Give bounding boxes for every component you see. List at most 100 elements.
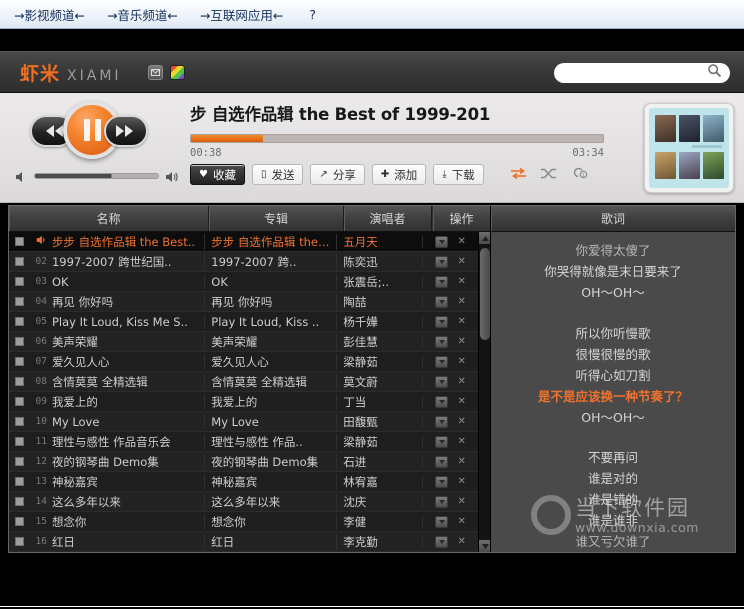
scroll-down-button[interactable] <box>479 540 490 552</box>
row-checkbox[interactable] <box>9 497 30 506</box>
volume-slider[interactable] <box>34 173 159 179</box>
row-album-name[interactable]: 爱久见人心 <box>204 354 336 370</box>
table-row[interactable]: 07爱久见人心爱久见人心梁静茹✕ <box>9 352 478 372</box>
column-header-album[interactable]: 专辑 <box>209 206 344 231</box>
row-artist-name[interactable]: 林宥嘉 <box>336 474 422 490</box>
close-icon[interactable]: ✕ <box>457 257 465 267</box>
row-track-name[interactable]: Play It Loud, Kiss Me S.. <box>52 315 204 329</box>
row-artist-name[interactable]: 梁静茹 <box>336 354 422 370</box>
table-row[interactable]: 14这么多年以来这么多年以来沈庆✕ <box>9 492 478 512</box>
row-track-name[interactable]: 步步 自选作品辑 the Best.. <box>52 234 204 250</box>
row-checkbox[interactable] <box>9 297 30 306</box>
row-track-name[interactable]: OK <box>52 275 204 289</box>
row-artist-name[interactable]: 田馥甄 <box>336 414 422 430</box>
close-icon[interactable]: ✕ <box>457 517 465 527</box>
share-button[interactable]: ↗ 分享 <box>310 164 364 185</box>
table-row[interactable]: 16红日红日李克勤✕ <box>9 532 478 552</box>
nav-item-internet-apps[interactable]: →互联网应用← <box>200 5 283 24</box>
row-track-name[interactable]: 再见 你好吗 <box>52 294 204 310</box>
lyrics-content[interactable]: 你爱得太傻了你哭得就像是末日要来了OH～OH～所以你听慢歌很慢很慢的歌听得心如刀… <box>491 232 735 552</box>
close-icon[interactable]: ✕ <box>457 537 465 547</box>
row-checkbox[interactable] <box>9 517 30 526</box>
row-checkbox[interactable] <box>9 337 30 346</box>
close-icon[interactable]: ✕ <box>457 237 465 247</box>
row-album-name[interactable]: 1997-2007 跨.. <box>204 254 336 270</box>
row-artist-name[interactable]: 沈庆 <box>336 494 422 510</box>
row-artist-name[interactable]: 张震岳;.. <box>336 274 422 290</box>
close-icon[interactable]: ✕ <box>457 497 465 507</box>
close-icon[interactable]: ✕ <box>457 477 465 487</box>
row-track-name[interactable]: 这么多年以来 <box>52 494 204 510</box>
row-artist-name[interactable]: 丁当 <box>336 394 422 410</box>
row-checkbox[interactable] <box>9 417 30 426</box>
row-album-name[interactable]: 这么多年以来 <box>204 494 336 510</box>
table-row[interactable]: 04再见 你好吗再见 你好吗陶喆✕ <box>9 292 478 312</box>
row-track-name[interactable]: 想念你 <box>52 514 204 530</box>
row-artist-name[interactable]: 陶喆 <box>336 294 422 310</box>
row-album-name[interactable]: 神秘嘉宾 <box>204 474 336 490</box>
row-checkbox[interactable] <box>9 397 30 406</box>
table-row[interactable]: 09我爱上的我爱上的丁当✕ <box>9 392 478 412</box>
table-row[interactable]: 03OKOK张震岳;..✕ <box>9 272 478 292</box>
dropdown-icon[interactable] <box>435 516 448 528</box>
row-artist-name[interactable]: 陈奕迅 <box>336 254 422 270</box>
row-album-name[interactable]: 美声荣耀 <box>204 334 336 350</box>
volume-max-icon[interactable] <box>165 169 179 183</box>
row-checkbox[interactable] <box>9 357 30 366</box>
repeat-one-icon[interactable]: 1 <box>570 165 588 184</box>
table-row[interactable]: 11理性与感性 作品音乐会理性与感性 作品..梁静茹✕ <box>9 432 478 452</box>
row-track-name[interactable]: 爱久见人心 <box>52 354 204 370</box>
row-album-name[interactable]: 想念你 <box>204 514 336 530</box>
row-artist-name[interactable]: 李克勤 <box>336 534 422 550</box>
close-icon[interactable]: ✕ <box>457 377 465 387</box>
row-artist-name[interactable]: 彭佳慧 <box>336 334 422 350</box>
row-track-name[interactable]: 神秘嘉宾 <box>52 474 204 490</box>
dropdown-icon[interactable] <box>435 496 448 508</box>
download-button[interactable]: ⤓ 下载 <box>433 164 483 185</box>
table-row[interactable]: 步步 自选作品辑 the Best..步步 自选作品辑 the B..五月天✕ <box>9 232 478 252</box>
scroll-up-button[interactable] <box>479 232 490 244</box>
close-icon[interactable]: ✕ <box>457 337 465 347</box>
row-album-name[interactable]: Play It Loud, Kiss .. <box>204 315 336 329</box>
send-button[interactable]: ▯ 发送 <box>252 164 304 185</box>
row-checkbox[interactable] <box>9 457 30 466</box>
close-icon[interactable]: ✕ <box>457 437 465 447</box>
repeat-icon[interactable] <box>510 165 527 184</box>
nav-item-video[interactable]: →影视频道← <box>14 5 85 24</box>
row-track-name[interactable]: 1997-2007 跨世纪国.. <box>52 254 204 270</box>
add-button[interactable]: ✚ 添加 <box>372 164 426 185</box>
row-track-name[interactable]: 理性与感性 作品音乐会 <box>52 434 204 450</box>
row-album-name[interactable]: 我爱上的 <box>204 394 336 410</box>
row-album-name[interactable]: OK <box>204 275 336 289</box>
album-artwork[interactable] <box>644 103 734 193</box>
row-track-name[interactable]: My Love <box>52 415 204 429</box>
row-artist-name[interactable]: 梁静茹 <box>336 434 422 450</box>
row-checkbox[interactable] <box>9 477 30 486</box>
row-track-name[interactable]: 红日 <box>52 534 204 550</box>
row-checkbox[interactable] <box>9 537 30 546</box>
table-row[interactable]: 06美声荣耀美声荣耀彭佳慧✕ <box>9 332 478 352</box>
table-row[interactable]: 08含情莫莫 全精选辑含情莫莫 全精选辑莫文蔚✕ <box>9 372 478 392</box>
row-album-name[interactable]: 步步 自选作品辑 the B.. <box>204 234 336 250</box>
shuffle-icon[interactable] <box>540 165 557 184</box>
row-artist-name[interactable]: 李健 <box>336 514 422 530</box>
close-icon[interactable]: ✕ <box>457 357 465 367</box>
row-track-name[interactable]: 含情莫莫 全精选辑 <box>52 374 204 390</box>
row-album-name[interactable]: 再见 你好吗 <box>204 294 336 310</box>
row-checkbox[interactable] <box>9 277 30 286</box>
row-checkbox[interactable] <box>9 437 30 446</box>
dropdown-icon[interactable] <box>435 416 448 428</box>
row-checkbox[interactable] <box>9 317 30 326</box>
close-icon[interactable]: ✕ <box>457 397 465 407</box>
row-artist-name[interactable]: 石进 <box>336 454 422 470</box>
dropdown-icon[interactable] <box>435 296 448 308</box>
dropdown-icon[interactable] <box>435 476 448 488</box>
row-album-name[interactable]: My Love <box>204 415 336 429</box>
nav-item-music[interactable]: →音乐频道← <box>107 5 178 24</box>
row-checkbox[interactable] <box>9 237 30 246</box>
dropdown-icon[interactable] <box>435 436 448 448</box>
dropdown-icon[interactable] <box>435 536 448 548</box>
close-icon[interactable]: ✕ <box>457 297 465 307</box>
dropdown-icon[interactable] <box>435 336 448 348</box>
favorite-button[interactable]: ♥ 收藏 <box>190 164 245 185</box>
